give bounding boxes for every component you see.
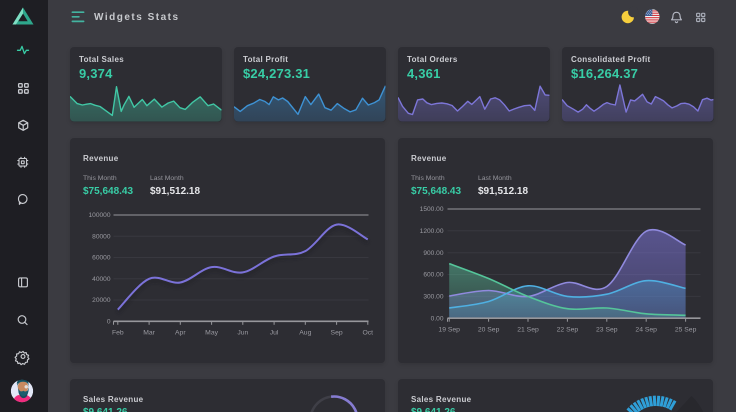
svg-text:Aug: Aug bbox=[299, 330, 311, 337]
svg-text:24 Sep: 24 Sep bbox=[635, 327, 657, 334]
svg-text:Sep: Sep bbox=[331, 330, 343, 337]
svg-text:Apr: Apr bbox=[175, 330, 186, 337]
svg-text:900.00: 900.00 bbox=[423, 250, 444, 257]
svg-text:Mar: Mar bbox=[143, 330, 155, 337]
svg-text:20000: 20000 bbox=[92, 297, 111, 304]
svg-text:0.00: 0.00 bbox=[431, 315, 444, 322]
svg-text:22 Sep: 22 Sep bbox=[557, 327, 579, 334]
svg-text:1500.00: 1500.00 bbox=[420, 206, 444, 213]
svg-text:19 Sep: 19 Sep bbox=[438, 327, 460, 334]
svg-text:Oct: Oct bbox=[363, 330, 374, 337]
svg-text:Jun: Jun bbox=[237, 330, 248, 337]
svg-text:80000: 80000 bbox=[92, 234, 111, 241]
svg-text:23 Sep: 23 Sep bbox=[596, 327, 618, 334]
svg-text:40000: 40000 bbox=[92, 276, 111, 283]
svg-text:100000: 100000 bbox=[88, 212, 110, 219]
svg-text:300.00: 300.00 bbox=[423, 294, 444, 301]
svg-text:25 Sep: 25 Sep bbox=[675, 327, 697, 334]
svg-text:1200.00: 1200.00 bbox=[420, 228, 444, 235]
svg-text:Jul: Jul bbox=[270, 330, 279, 337]
svg-text:Feb: Feb bbox=[112, 330, 124, 337]
svg-text:21 Sep: 21 Sep bbox=[517, 327, 539, 334]
svg-text:20 Sep: 20 Sep bbox=[478, 327, 500, 334]
svg-text:May: May bbox=[205, 330, 218, 337]
svg-text:600.00: 600.00 bbox=[423, 272, 444, 279]
svg-text:60000: 60000 bbox=[92, 255, 111, 262]
svg-text:0: 0 bbox=[107, 319, 111, 326]
